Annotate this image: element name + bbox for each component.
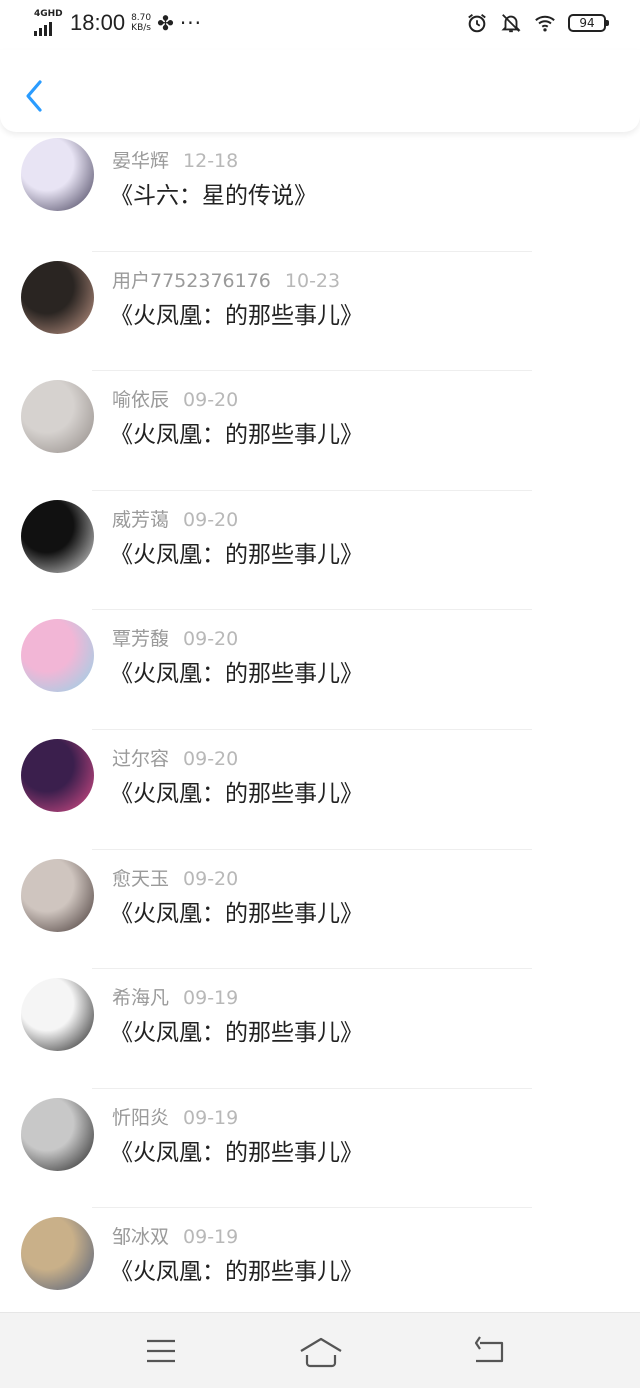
- menu-icon[interactable]: [141, 1331, 181, 1371]
- avatar[interactable]: [21, 138, 94, 211]
- comment-meta: 忻阳炎 09-19: [112, 1103, 238, 1130]
- comment-item[interactable]: 愈天玉 09-20 《火凤凰：的那些事儿》: [0, 850, 640, 970]
- fan-icon: ✤: [157, 11, 174, 35]
- comment-meta: 覃芳馥 09-20: [112, 624, 238, 651]
- comment-date: 09-20: [183, 389, 239, 412]
- avatar[interactable]: [21, 1217, 94, 1291]
- comment-item[interactable]: 覃芳馥 09-20 《火凤凰：的那些事儿》: [0, 610, 640, 730]
- comment-date: 09-19: [183, 987, 239, 1010]
- avatar[interactable]: [21, 738, 94, 812]
- navigation-bar: [0, 1312, 640, 1388]
- comment-date: 09-19: [183, 1226, 239, 1249]
- username[interactable]: 过尔容: [112, 748, 169, 770]
- book-title-link[interactable]: 《火凤凰：的那些事儿》: [110, 774, 363, 808]
- back-arrow-icon[interactable]: [470, 1331, 510, 1371]
- username[interactable]: 忻阳炎: [112, 1107, 169, 1129]
- book-title-link[interactable]: 《斗六：星的传说》: [110, 176, 317, 210]
- signal-icon: 4GHD: [34, 10, 64, 36]
- comment-meta: 愈天玉 09-20: [112, 864, 238, 891]
- home-icon[interactable]: [299, 1331, 343, 1371]
- comment-item[interactable]: 邹冰双 09-19 《火凤凰：的那些事儿》: [0, 1208, 640, 1328]
- comment-item[interactable]: 希海凡 09-19 《火凤凰：的那些事儿》: [0, 969, 640, 1089]
- avatar[interactable]: [21, 619, 94, 693]
- comment-meta: 晏华辉 12-18: [112, 146, 238, 173]
- book-title-link[interactable]: 《火凤凰：的那些事儿》: [110, 1013, 363, 1047]
- avatar[interactable]: [21, 260, 94, 334]
- comment-item[interactable]: 忻阳炎 09-19 《火凤凰：的那些事儿》: [0, 1089, 640, 1209]
- avatar[interactable]: [21, 978, 94, 1052]
- book-title-link[interactable]: 《火凤凰：的那些事儿》: [110, 654, 363, 688]
- avatar[interactable]: [21, 858, 94, 932]
- comment-meta: 邹冰双 09-19: [112, 1222, 238, 1249]
- username[interactable]: 覃芳馥: [112, 628, 169, 650]
- username[interactable]: 晏华辉: [112, 150, 169, 172]
- avatar[interactable]: [21, 380, 94, 454]
- comment-date: 09-20: [183, 508, 239, 531]
- comment-list: 晏华辉 12-18 《斗六：星的传说》用户7752376176 10-23 《火凤凰：的…: [0, 132, 640, 1328]
- comment-item[interactable]: 过尔容 09-20 《火凤凰：的那些事儿》: [0, 730, 640, 850]
- username[interactable]: 希海凡: [112, 987, 169, 1009]
- book-title-link[interactable]: 《火凤凰：的那些事儿》: [110, 894, 363, 928]
- book-title-link[interactable]: 《火凤凰：的那些事儿》: [110, 1252, 363, 1286]
- comment-date: 09-19: [183, 1106, 239, 1129]
- book-title-link[interactable]: 《火凤凰：的那些事儿》: [110, 1133, 363, 1167]
- comment-date: 10-23: [284, 269, 341, 292]
- book-title-link[interactable]: 《火凤凰：的那些事儿》: [110, 415, 363, 449]
- top-header: [0, 50, 640, 132]
- mute-bell-icon: [501, 14, 521, 33]
- comment-meta: 威芳蔼 09-20: [112, 505, 238, 532]
- comment-item[interactable]: 用户7752376176 10-23 《火凤凰：的那些事儿》: [0, 252, 640, 372]
- wifi-icon: [535, 15, 555, 32]
- username[interactable]: 威芳蔼: [112, 509, 169, 531]
- alarm-icon: [468, 14, 486, 33]
- comment-item[interactable]: 威芳蔼 09-20 《火凤凰：的那些事儿》: [0, 491, 640, 611]
- battery-level: 94: [579, 16, 595, 30]
- comment-date: 12-18: [183, 150, 239, 172]
- comment-item[interactable]: 喻依辰 09-20 《火凤凰：的那些事儿》: [0, 371, 640, 491]
- comment-meta: 希海凡 09-19: [112, 983, 238, 1010]
- comment-date: 09-20: [183, 628, 239, 651]
- username[interactable]: 愈天玉: [112, 868, 169, 890]
- battery-icon: 94: [568, 14, 609, 32]
- comment-date: 09-20: [183, 747, 239, 770]
- network-speed: 8.70 KB/s: [131, 13, 152, 33]
- comment-meta: 喻依辰 09-20: [112, 385, 238, 412]
- comment-meta: 用户7752376176 10-23: [112, 266, 340, 293]
- comment-meta: 过尔容 09-20: [112, 744, 238, 771]
- network-type: 4GHD: [34, 9, 63, 19]
- clock: 18:00: [70, 10, 126, 35]
- back-icon[interactable]: [22, 78, 46, 114]
- book-title-link[interactable]: 《火凤凰：的那些事儿》: [110, 535, 363, 569]
- book-title-link[interactable]: 《火凤凰：的那些事儿》: [110, 296, 363, 330]
- more-notifications: ···: [179, 11, 202, 35]
- username[interactable]: 邹冰双: [112, 1226, 169, 1248]
- comment-item[interactable]: 晏华辉 12-18 《斗六：星的传说》: [0, 132, 640, 252]
- comment-date: 09-20: [183, 867, 239, 890]
- status-bar: 4GHD 18:00 8.70 KB/s ✤ ··· 94: [0, 0, 640, 50]
- avatar[interactable]: [21, 1097, 94, 1171]
- username[interactable]: 用户7752376176: [112, 270, 271, 292]
- avatar[interactable]: [21, 499, 94, 573]
- username[interactable]: 喻依辰: [112, 389, 169, 411]
